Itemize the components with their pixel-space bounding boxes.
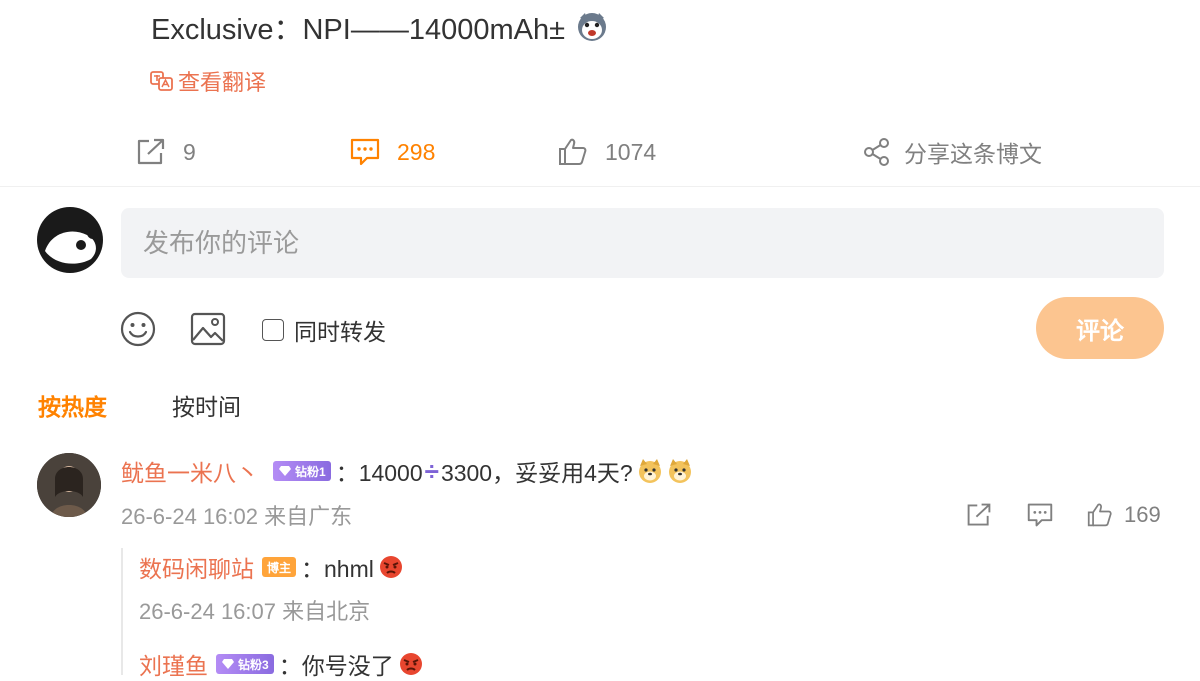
husky-face-emoji-icon (578, 13, 607, 41)
repost-icon (967, 503, 991, 526)
avatar-photo-icon (37, 453, 101, 517)
author-badge: 博主 (262, 557, 297, 577)
translate-link[interactable]: 查看翻译 (150, 66, 266, 96)
comment-username[interactable]: 鱿鱼一米八丶 (121, 454, 259, 488)
angry-face-emoji-icon (399, 653, 422, 675)
repost-button[interactable]: 9 (135, 132, 196, 172)
comment-like-count: 169 (1124, 502, 1161, 527)
comment-timestamp: 26-6-24 16:02 来自广东 (121, 504, 353, 529)
tab-sort-time[interactable]: 按时间 (172, 392, 241, 422)
fan-badge-label: 钻粉1 (295, 464, 326, 479)
fan-badge-label: 钻粉3 (238, 657, 269, 672)
angry-face-emoji-icon (379, 556, 402, 578)
divider (0, 186, 1200, 187)
also-repost-label: 同时转发 (294, 319, 386, 345)
emoji-picker-icon[interactable] (119, 310, 157, 348)
like-count: 1074 (605, 138, 657, 165)
repost-count: 9 (183, 138, 196, 165)
share-button[interactable]: 分享这条博文 (862, 132, 1042, 172)
checkbox-box[interactable] (262, 319, 284, 341)
share-label: 分享这条博文 (904, 141, 1042, 167)
diamond-icon (279, 466, 291, 476)
comment-icon (350, 138, 380, 166)
share-icon (864, 138, 889, 166)
commenter-avatar[interactable] (37, 453, 101, 517)
reply-line: 刘瑾鱼 钻粉3 ：你号没了 (139, 648, 424, 680)
tab-sort-hot[interactable]: 按热度 (38, 392, 107, 422)
post-text-content: Exclusive：NPI——14000mAh± (151, 14, 566, 46)
post-text: Exclusive：NPI——14000mAh± (151, 6, 607, 48)
repost-icon (137, 138, 165, 165)
diamond-icon (222, 659, 234, 669)
reply-line: 数码闲聊站 博主 ：nhml (139, 551, 404, 583)
doge-emoji-icon (638, 459, 661, 483)
comment-count: 298 (397, 138, 436, 165)
comment-repost-button[interactable] (965, 499, 993, 531)
reply-text: ：你号没了 (278, 653, 394, 679)
comment-text-part2: 3300，妥妥用4天? (440, 460, 633, 486)
translate-icon (150, 71, 173, 91)
reply-username[interactable]: 刘瑾鱼 (139, 647, 208, 681)
comment-input[interactable] (121, 208, 1164, 278)
fan-badge: 钻粉1 (273, 461, 331, 481)
reply-timestamp: 26-6-24 16:07 来自北京 (139, 599, 371, 624)
current-user-avatar[interactable] (37, 207, 103, 273)
translate-label: 查看翻译 (178, 70, 267, 95)
reply-thread-bar (121, 548, 123, 675)
image-upload-icon[interactable] (189, 310, 227, 348)
comment-reply-button[interactable] (1026, 499, 1054, 531)
comment-like-button[interactable]: 169 (1086, 499, 1161, 531)
comment-text-part1: ：14000 (335, 460, 423, 486)
panda-avatar-icon (37, 207, 103, 273)
submit-comment-button[interactable]: 评论 (1036, 297, 1164, 359)
comment-icon (1027, 503, 1053, 527)
reply-text: ：nhml (301, 556, 374, 582)
doge-emoji-icon (668, 459, 691, 483)
divide-sign: ÷ (424, 455, 439, 486)
comment-line: 鱿鱼一米八丶 钻粉1 ：14000 ÷ 3300，妥妥用4天? (121, 455, 693, 487)
thumbs-up-icon (559, 138, 587, 165)
like-button[interactable]: 1074 (557, 132, 656, 172)
thumbs-up-icon (1087, 503, 1112, 527)
fan-badge: 钻粉3 (216, 654, 274, 674)
also-repost-checkbox[interactable]: 同时转发 (262, 316, 386, 345)
reply-username[interactable]: 数码闲聊站 (139, 550, 254, 584)
comment-button[interactable]: 298 (349, 132, 435, 172)
